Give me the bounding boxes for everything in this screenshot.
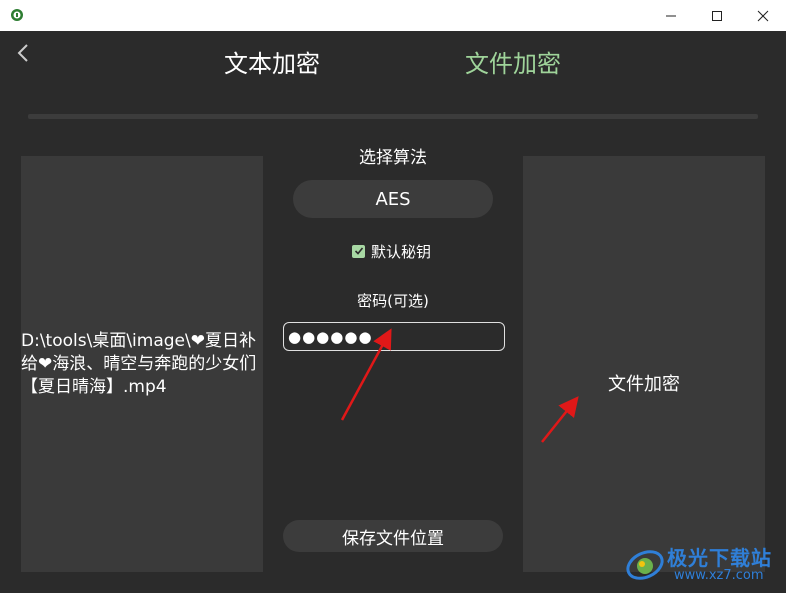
save-location-button[interactable]: 保存文件位置 [283,520,503,552]
app-shield-icon [11,9,23,21]
default-key-label: 默认秘钥 [371,242,432,261]
encrypt-file-label: 文件加密 [608,374,680,395]
close-icon [757,10,769,21]
watermark-url: www.xz7.com [674,568,764,583]
password-input[interactable]: ●●●●●● [283,322,505,351]
algorithm-select[interactable]: AES [293,180,493,218]
maximize-icon [712,10,722,21]
checkmark-icon [354,247,363,255]
algorithm-label: 选择算法 [359,148,427,168]
tab-text-encrypt[interactable]: 文本加密 [224,48,320,80]
chevron-left-icon [17,44,28,62]
close-button[interactable] [740,0,786,31]
title-bar [0,0,786,31]
password-label: 密码(可选) [357,292,429,310]
minimize-button[interactable] [648,0,694,31]
maximize-button[interactable] [694,0,740,31]
save-location-label: 保存文件位置 [342,528,444,549]
tab-file-encrypt[interactable]: 文件加密 [465,48,561,80]
back-button[interactable] [12,40,34,66]
default-key-checkbox[interactable] [352,244,365,258]
algorithm-value: AES [375,188,411,210]
file-drop-area[interactable]: D:\tools\桌面\image\❤夏日补给❤海浪、晴空与奔跑的少女们【夏日晴… [21,156,263,572]
watermark: 极光下载站 www.xz7.com [624,540,782,590]
minimize-icon [666,15,676,16]
default-key-option[interactable]: 默认秘钥 [352,240,431,262]
aurora-logo-icon [626,550,664,580]
watermark-title: 极光下载站 [667,546,772,570]
tab-divider [28,114,758,119]
encrypt-file-button[interactable]: 文件加密 [523,156,765,572]
file-path-text: D:\tools\桌面\image\❤夏日补给❤海浪、晴空与奔跑的少女们【夏日晴… [21,331,257,397]
